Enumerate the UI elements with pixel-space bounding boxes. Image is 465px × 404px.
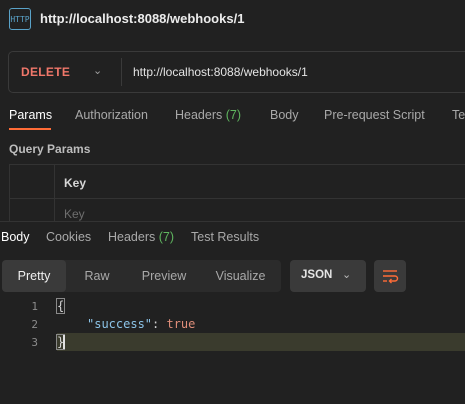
- tab-authorization[interactable]: Authorization: [75, 108, 148, 122]
- tab-pre-request-script[interactable]: Pre-request Script: [324, 108, 425, 122]
- http-request-icon: HTTP: [9, 8, 31, 30]
- code-line-1: {: [55, 298, 66, 314]
- view-pretty-button[interactable]: Pretty: [2, 260, 66, 292]
- request-tabs: Params Authorization Headers (7) Body Pr…: [0, 104, 465, 132]
- response-code-viewer[interactable]: 1 2 3 { "success": true }: [0, 296, 465, 404]
- tab-params[interactable]: Params: [9, 108, 52, 122]
- response-tab-headers[interactable]: Headers (7): [108, 230, 174, 244]
- line-number: 2: [31, 318, 38, 331]
- line-number: 3: [31, 336, 38, 349]
- column-divider: [54, 165, 55, 221]
- tab-tests[interactable]: Te: [452, 108, 465, 122]
- request-title-bar: HTTP http://localhost:8088/webhooks/1: [0, 0, 465, 40]
- active-tab-indicator: [9, 128, 51, 130]
- text-cursor: [63, 335, 65, 349]
- response-tab-cookies[interactable]: Cookies: [46, 230, 91, 244]
- current-line-highlight: [57, 333, 465, 351]
- tab-label: Headers: [108, 230, 156, 244]
- code-line-2: "success": true: [87, 317, 195, 331]
- view-mode-group: Pretty Raw Preview Visualize: [2, 260, 281, 292]
- chevron-down-icon[interactable]: ⌄: [93, 64, 102, 77]
- response-tab-body[interactable]: Body: [1, 230, 30, 244]
- wrap-lines-button[interactable]: [374, 260, 406, 292]
- tab-label: Pre-request Script: [324, 108, 425, 122]
- method-select[interactable]: DELETE: [21, 65, 70, 79]
- row-divider: [10, 198, 465, 199]
- tab-label: Te: [452, 108, 465, 122]
- wrap-lines-icon: [383, 270, 399, 284]
- tab-body[interactable]: Body: [270, 108, 299, 122]
- json-key: "success": [87, 317, 153, 331]
- url-input[interactable]: http://localhost:8088/webhooks/1: [133, 65, 308, 79]
- tab-label: Test Results: [191, 230, 260, 244]
- json-open-brace: {: [55, 298, 66, 314]
- view-visualize-button[interactable]: Visualize: [200, 260, 281, 292]
- url-bar: DELETE ⌄ http://localhost:8088/webhooks/…: [8, 51, 465, 93]
- format-select-label: JSON: [301, 269, 333, 281]
- view-preview-button[interactable]: Preview: [128, 260, 200, 292]
- json-colon: :: [152, 317, 167, 331]
- query-params-label: Query Params: [9, 142, 91, 156]
- chevron-down-icon: ⌄: [342, 269, 352, 281]
- tab-label: Body: [1, 230, 30, 244]
- tab-count: (7): [225, 108, 242, 122]
- format-select[interactable]: JSON ⌄: [290, 260, 366, 292]
- tab-label: Cookies: [46, 230, 92, 244]
- tab-label: Params: [9, 108, 53, 122]
- view-raw-button[interactable]: Raw: [66, 260, 128, 292]
- key-input[interactable]: Key: [64, 207, 85, 221]
- request-title[interactable]: http://localhost:8088/webhooks/1: [40, 11, 244, 26]
- url-divider: [121, 58, 122, 86]
- tab-label: Headers: [175, 108, 223, 122]
- response-tabs: Body Cookies Headers (7) Test Results: [0, 222, 465, 252]
- tab-count: (7): [158, 230, 175, 244]
- json-value: true: [166, 317, 196, 331]
- tab-label: Body: [270, 108, 299, 122]
- tab-label: Authorization: [75, 108, 148, 122]
- response-tab-test-results[interactable]: Test Results: [191, 230, 259, 244]
- tab-headers[interactable]: Headers (7): [175, 108, 241, 122]
- key-column-header: Key: [64, 176, 87, 190]
- line-number: 1: [31, 300, 38, 313]
- query-params-table: Key Key: [9, 164, 465, 221]
